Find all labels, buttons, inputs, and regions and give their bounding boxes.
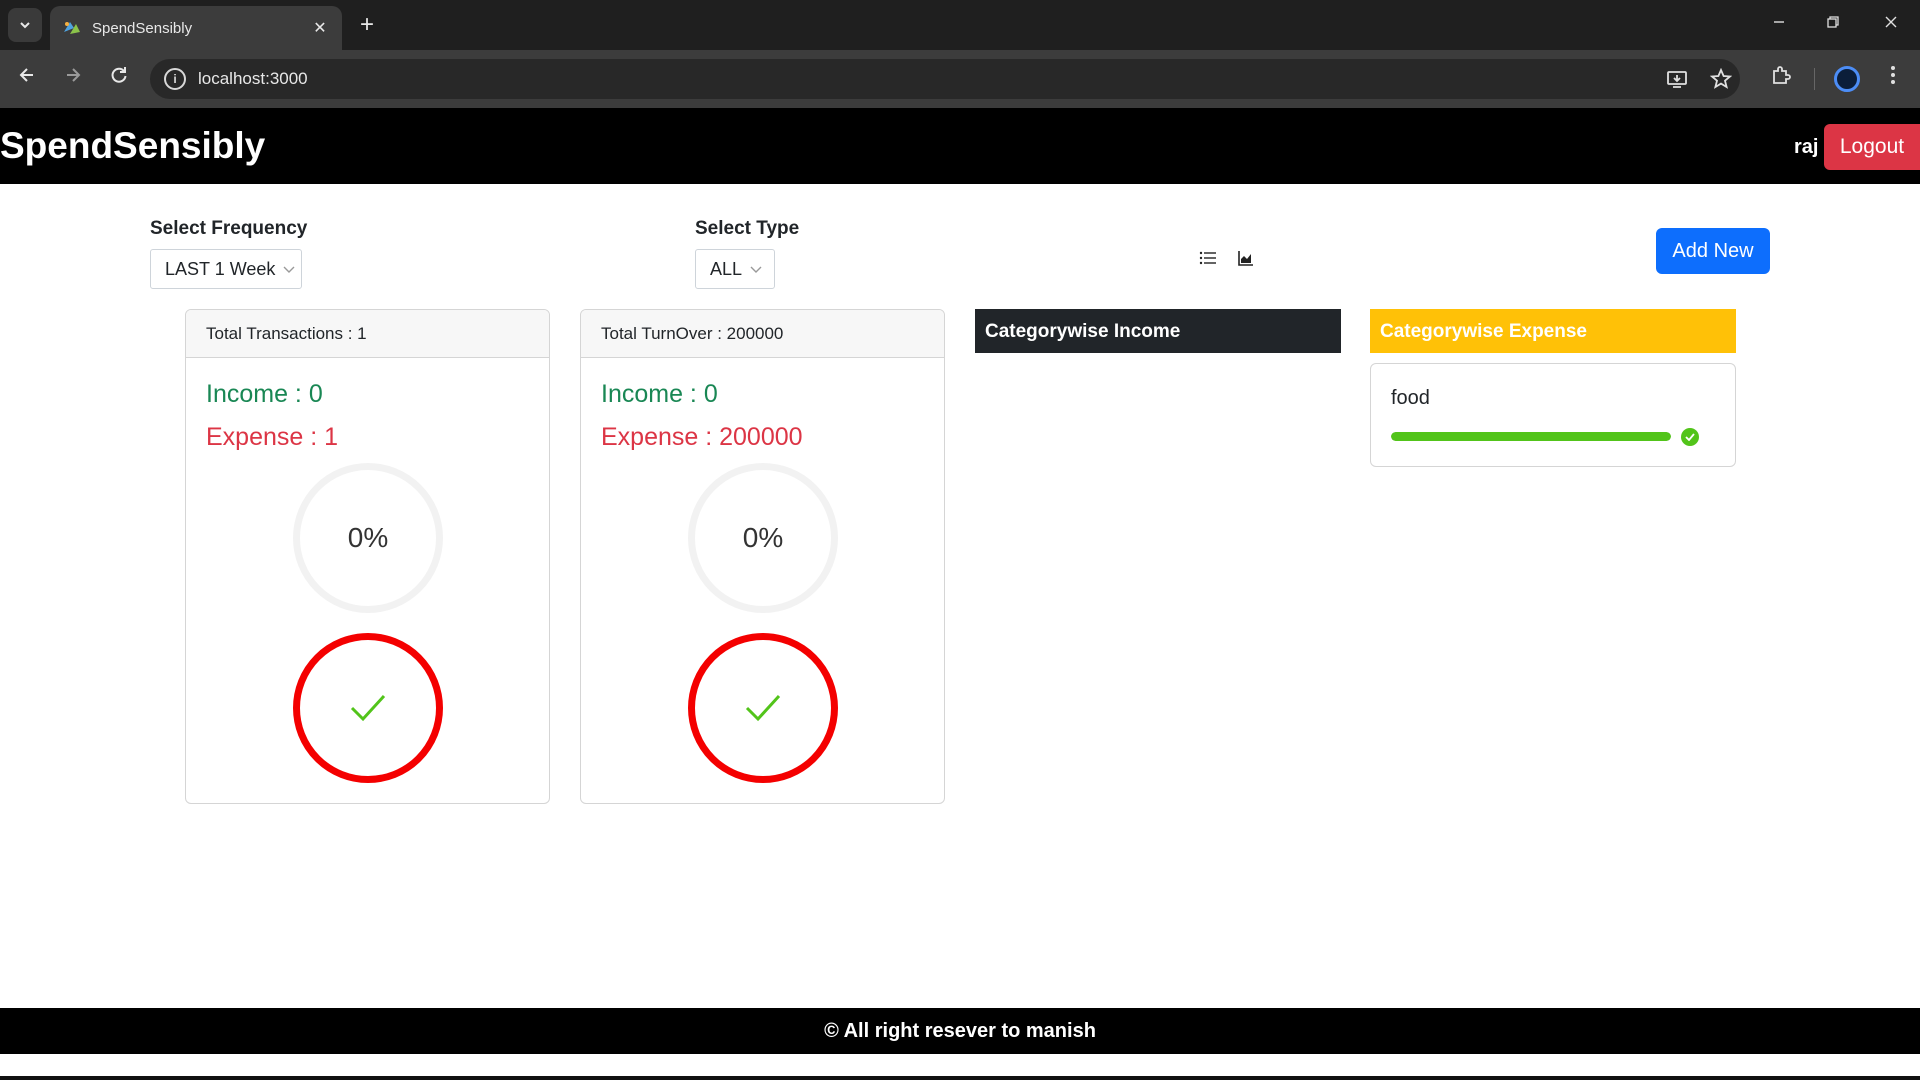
forward-arrow-icon[interactable] bbox=[58, 64, 88, 94]
expense-count: Expense : 1 bbox=[206, 423, 339, 451]
expense-progress-circle bbox=[688, 633, 838, 783]
install-app-icon[interactable] bbox=[1666, 59, 1688, 99]
income-amount: Income : 0 bbox=[601, 380, 718, 408]
checkmark-icon bbox=[745, 694, 781, 722]
reload-icon[interactable] bbox=[104, 64, 134, 94]
brand-logo-text[interactable]: SpendSensibly bbox=[0, 126, 265, 166]
check-circle-icon bbox=[1681, 428, 1699, 446]
more-menu-icon[interactable] bbox=[1880, 64, 1906, 94]
username-label: raj bbox=[1794, 136, 1819, 158]
chevron-down-icon bbox=[750, 262, 762, 277]
chevron-down-icon bbox=[20, 22, 30, 29]
profile-avatar-icon[interactable] bbox=[1834, 66, 1860, 92]
card-header: Total Transactions : 1 bbox=[186, 310, 549, 358]
browser-toolbar: i localhost:3000 bbox=[0, 50, 1920, 108]
address-bar[interactable]: i localhost:3000 bbox=[150, 59, 1740, 99]
transactions-card: Total Transactions : 1 Income : 0 Expens… bbox=[185, 309, 550, 804]
frequency-select[interactable]: LAST 1 Week bbox=[150, 249, 302, 289]
toolbar-divider bbox=[1814, 68, 1815, 90]
chart-view-icon[interactable] bbox=[1234, 246, 1258, 270]
category-name: food bbox=[1391, 387, 1430, 409]
browser-tab-strip: SpendSensibly ✕ + bbox=[0, 0, 1920, 50]
expense-progress-circle bbox=[293, 633, 443, 783]
back-arrow-icon[interactable] bbox=[12, 64, 42, 94]
bottom-edge bbox=[0, 1076, 1920, 1080]
bookmark-star-icon[interactable] bbox=[1710, 59, 1732, 99]
expense-category-item: food bbox=[1370, 363, 1736, 467]
frequency-select-value: LAST 1 Week bbox=[165, 258, 276, 279]
site-info-icon[interactable]: i bbox=[164, 68, 186, 90]
list-view-icon[interactable] bbox=[1196, 246, 1220, 270]
checkmark-icon bbox=[350, 694, 386, 722]
close-icon[interactable]: ✕ bbox=[310, 18, 330, 38]
category-progress-fill bbox=[1391, 432, 1671, 441]
url-text: localhost:3000 bbox=[198, 69, 308, 88]
type-select[interactable]: ALL bbox=[695, 249, 775, 289]
restore-icon[interactable] bbox=[1818, 10, 1848, 40]
logout-button[interactable]: Logout bbox=[1824, 124, 1920, 170]
minimize-icon[interactable] bbox=[1764, 10, 1794, 40]
expense-amount: Expense : 200000 bbox=[601, 423, 803, 451]
income-count: Income : 0 bbox=[206, 380, 323, 408]
new-tab-button[interactable]: + bbox=[352, 10, 382, 40]
turnover-card: Total TurnOver : 200000 Income : 0 Expen… bbox=[580, 309, 945, 804]
category-progress-bar bbox=[1391, 432, 1671, 441]
chevron-down-icon bbox=[283, 262, 295, 277]
card-header: Total TurnOver : 200000 bbox=[581, 310, 944, 358]
income-progress-circle: 0% bbox=[293, 463, 443, 613]
window-close-icon[interactable] bbox=[1876, 10, 1906, 40]
type-select-value: ALL bbox=[710, 258, 743, 279]
favicon-icon bbox=[64, 22, 80, 34]
tab-title: SpendSensibly bbox=[92, 19, 193, 37]
income-progress-circle: 0% bbox=[688, 463, 838, 613]
progress-percent: 0% bbox=[347, 522, 389, 553]
categorywise-expense-header: Categorywise Expense bbox=[1370, 309, 1736, 353]
add-new-button[interactable]: Add New bbox=[1656, 228, 1770, 274]
footer-copyright: © All right resever to manish bbox=[0, 1008, 1920, 1054]
frequency-label: Select Frequency bbox=[150, 218, 308, 239]
extensions-puzzle-icon[interactable] bbox=[1766, 64, 1796, 94]
type-label: Select Type bbox=[695, 218, 800, 239]
browser-tab[interactable]: SpendSensibly ✕ bbox=[50, 6, 342, 50]
tab-search-button[interactable] bbox=[8, 8, 42, 42]
categorywise-income-header: Categorywise Income bbox=[975, 309, 1341, 353]
progress-percent: 0% bbox=[742, 522, 784, 553]
app-header: SpendSensibly raj Logout bbox=[0, 108, 1920, 184]
